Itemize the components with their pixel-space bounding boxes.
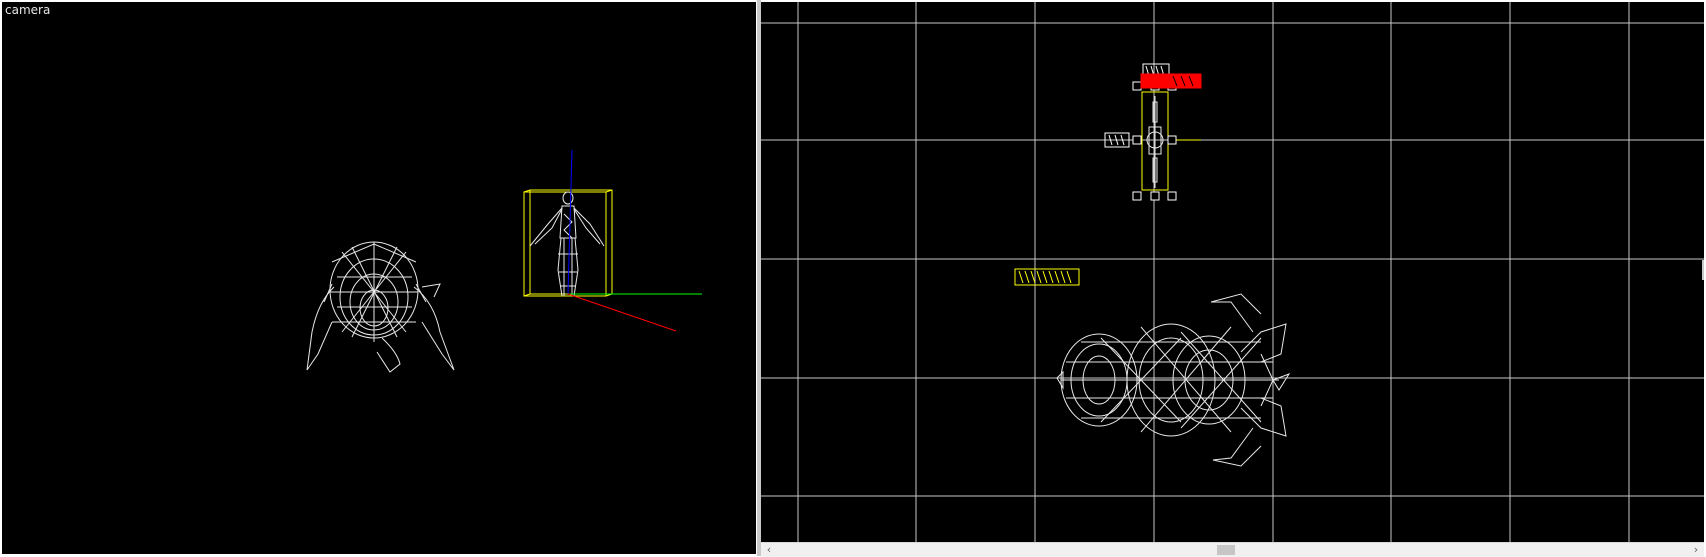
camera-viewport[interactable]: camera — [2, 2, 756, 554]
top-viewport[interactable] — [761, 2, 1704, 542]
entity-tag-creature — [1014, 268, 1080, 286]
selected-entity-top — [1104, 63, 1202, 201]
human-mesh-perspective — [529, 191, 605, 297]
scrollbar-thumb[interactable] — [1217, 545, 1235, 555]
creature-mesh-perspective — [306, 241, 455, 373]
grid — [761, 2, 1704, 542]
horizontal-scrollbar[interactable]: ‹ › — [761, 542, 1704, 557]
chevron-left-icon[interactable]: ‹ — [762, 543, 776, 557]
chevron-right-icon[interactable]: › — [1689, 543, 1703, 557]
transform-gizmo — [567, 149, 702, 332]
top-scene — [761, 2, 1704, 542]
creature-mesh-top — [1056, 293, 1291, 467]
entity-tag-selected — [1140, 73, 1202, 89]
vertical-scrollbar-thumb[interactable] — [1702, 260, 1704, 280]
camera-scene — [306, 149, 702, 373]
